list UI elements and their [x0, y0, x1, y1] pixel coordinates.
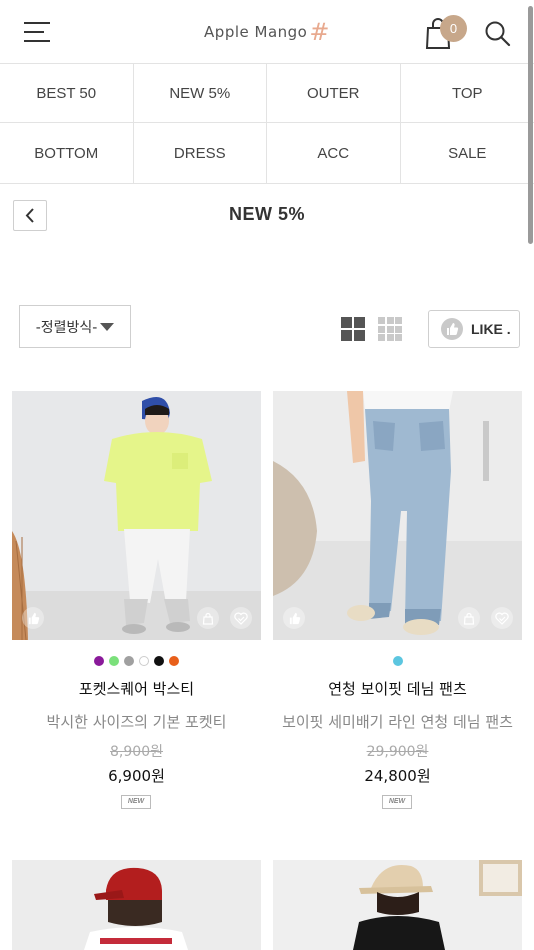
cart-count-badge: 0 [440, 15, 467, 42]
product-cart-button[interactable] [458, 607, 480, 629]
product-like-button[interactable] [283, 607, 305, 629]
heart-check-icon [234, 612, 248, 625]
product-image[interactable] [12, 391, 261, 640]
product-card[interactable] [273, 860, 522, 950]
color-swatch[interactable] [109, 656, 119, 666]
product-image[interactable] [273, 860, 522, 950]
product-original-price: 29,900원 [366, 744, 429, 760]
category-acc[interactable]: ACC [267, 123, 401, 183]
grid-2-icon[interactable] [341, 317, 365, 341]
color-swatch[interactable] [392, 656, 403, 666]
shopping-bag-icon [463, 612, 475, 625]
grid-3-icon[interactable] [378, 317, 402, 341]
logo-mark: # [309, 18, 330, 46]
product-image[interactable] [273, 391, 522, 640]
header: Apple Mango# 0 [0, 0, 534, 64]
product-wishlist-button[interactable] [491, 607, 513, 629]
caret-down-icon [100, 322, 115, 331]
product-wishlist-button[interactable] [230, 607, 252, 629]
product-card[interactable]: 연청 보이핏 데님 팬츠 보이핏 세미배기 라인 연청 데님 팬츠 29,900… [273, 391, 522, 809]
category-dress[interactable]: DRESS [134, 123, 267, 183]
product-card[interactable] [12, 860, 261, 950]
product-name[interactable]: 포켓스퀘어 박스티 [12, 678, 261, 699]
product-name[interactable]: 연청 보이핏 데님 팬츠 [273, 678, 522, 699]
shopping-bag-icon [202, 612, 214, 625]
search-button[interactable] [484, 20, 512, 48]
category-grid: BEST 50 NEW 5% OUTER TOP BOTTOM DRESS AC… [0, 64, 534, 184]
color-swatch[interactable] [154, 656, 164, 666]
sort-label: -정렬방식- [35, 319, 98, 336]
like-sort-button[interactable]: LIKE . [428, 310, 520, 348]
sort-select[interactable]: -정렬방식- [19, 305, 131, 348]
scrollbar[interactable] [527, 0, 534, 950]
product-sale-price: 6,900원 [108, 767, 165, 785]
search-icon [485, 21, 511, 47]
scrollbar-thumb[interactable] [528, 6, 533, 244]
product-like-button[interactable] [22, 607, 44, 629]
heart-check-icon [495, 612, 509, 625]
thumbs-up-icon [28, 612, 39, 624]
category-bottom[interactable]: BOTTOM [0, 123, 134, 183]
logo-text: Apple Mango [204, 23, 308, 41]
color-swatch[interactable] [124, 656, 134, 666]
product-image[interactable] [12, 860, 261, 950]
color-swatch[interactable] [94, 656, 104, 666]
category-best50[interactable]: BEST 50 [0, 64, 134, 123]
like-label: LIKE . [471, 321, 511, 337]
color-swatch[interactable] [169, 656, 179, 666]
product-photo-denim [273, 391, 522, 640]
product-photo-boxtee [12, 391, 261, 640]
new-badge: NEW [382, 795, 412, 809]
product-original-price: 8,900원 [110, 744, 163, 760]
color-swatch[interactable] [139, 656, 149, 666]
color-swatches [12, 656, 261, 666]
product-sale-price: 24,800원 [364, 767, 431, 785]
category-sale[interactable]: SALE [401, 123, 534, 183]
page-title: NEW 5% [228, 204, 305, 224]
product-photo-hat [273, 860, 522, 950]
product-photo-cap [12, 860, 261, 950]
thumbs-up-icon [289, 612, 300, 624]
category-new[interactable]: NEW 5% [133, 64, 267, 123]
category-top[interactable]: TOP [400, 64, 534, 123]
product-cart-button[interactable] [197, 607, 219, 629]
color-swatches [273, 656, 522, 666]
product-card[interactable]: 포켓스퀘어 박스티 박시한 사이즈의 기본 포켓티 8,900원 6,900원 … [12, 391, 261, 809]
cart-button[interactable]: 0 [423, 14, 471, 50]
thumbs-up-icon [441, 318, 463, 340]
category-outer[interactable]: OUTER [267, 64, 401, 123]
new-badge: NEW [121, 795, 151, 809]
product-description: 박시한 사이즈의 기본 포켓티 [46, 713, 227, 731]
product-description: 보이핏 세미배기 라인 연청 데님 팬츠 [282, 713, 513, 731]
